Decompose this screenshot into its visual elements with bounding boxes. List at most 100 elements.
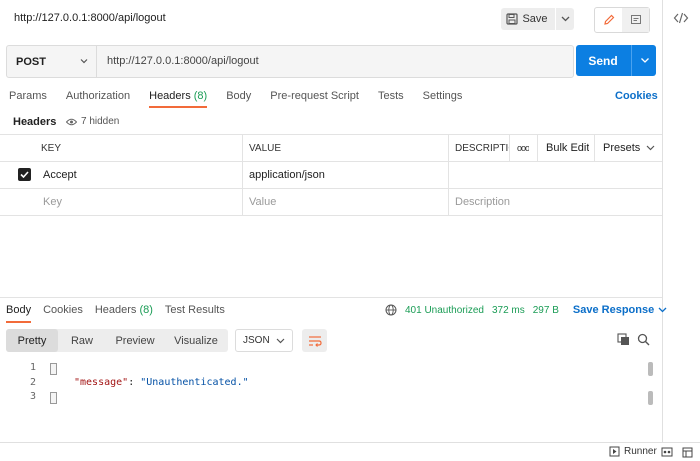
request-tabs: Params Authorization Headers (8) Body Pr… — [9, 90, 481, 108]
header-value-cell[interactable]: application/json — [249, 162, 325, 188]
eye-icon — [66, 118, 77, 125]
save-label: Save — [522, 13, 548, 25]
chevron-down-icon — [640, 58, 649, 63]
copy-icon[interactable] — [617, 333, 630, 346]
url-input[interactable]: http://127.0.0.1:8000/api/logout — [107, 55, 259, 67]
scrollbar-thumb[interactable] — [648, 362, 653, 376]
table-header-row: KEY VALUE DESCRIPTION ooo Bulk Edit Pres… — [0, 134, 662, 161]
format-label: JSON — [243, 335, 270, 346]
response-tab-body[interactable]: Body — [6, 304, 32, 323]
capture-icon[interactable] — [661, 447, 673, 457]
save-group: Save — [501, 8, 574, 30]
save-button[interactable]: Save — [501, 8, 553, 30]
runner-label: Runner — [624, 446, 657, 457]
code-text: "message": "Unauthenticated." — [74, 377, 249, 388]
header-key-cell[interactable]: Accept — [43, 162, 77, 188]
response-tab-headers[interactable]: Headers (8) — [95, 304, 153, 323]
json-value: "Unauthenticated." — [140, 376, 249, 388]
column-description: DESCRIPTION — [455, 142, 510, 154]
status-code[interactable]: 401 Unauthorized — [405, 305, 484, 316]
presets-label: Presets — [603, 142, 641, 154]
new-description-input[interactable]: Description — [455, 189, 510, 215]
table-row-new: Key Value Description — [0, 188, 662, 216]
column-value: VALUE — [249, 142, 282, 154]
new-key-input[interactable]: Key — [43, 189, 62, 215]
response-time[interactable]: 372 ms — [492, 305, 525, 316]
chevron-down-icon — [276, 338, 285, 343]
tab-tests[interactable]: Tests — [378, 90, 404, 108]
comment-icon — [630, 15, 641, 24]
line-number: 1 — [29, 362, 36, 373]
view-preview[interactable]: Preview — [106, 329, 164, 352]
json-separator: : — [128, 376, 141, 388]
status-bar: Runner — [0, 442, 700, 461]
request-title[interactable]: http://127.0.0.1:8000/api/logout — [14, 12, 166, 24]
view-raw[interactable]: Raw — [58, 329, 106, 352]
hidden-headers-toggle[interactable]: 7 hidden — [60, 113, 125, 130]
chevron-down-icon — [658, 307, 667, 313]
save-options-button[interactable] — [555, 8, 575, 30]
code-icon[interactable] — [673, 11, 689, 25]
format-select[interactable]: JSON — [235, 329, 293, 352]
edit-mode-button[interactable] — [595, 8, 622, 32]
table-row: Accept application/json — [0, 161, 662, 188]
right-sidebar — [662, 0, 700, 442]
code-line: 2 "message": "Unauthenticated." — [0, 377, 640, 392]
json-key: "message" — [74, 376, 129, 388]
method-label: POST — [16, 55, 46, 68]
chevron-down-icon — [561, 16, 570, 22]
pane-divider[interactable] — [0, 297, 662, 298]
response-tabs: Body Cookies Headers (8) Test Results — [6, 304, 237, 323]
column-key: KEY — [41, 142, 62, 154]
runner-button[interactable]: Runner — [609, 446, 657, 457]
chevron-down-icon — [80, 59, 88, 64]
line-number: 2 — [29, 376, 36, 388]
send-button-group: Send — [576, 45, 656, 76]
tab-body[interactable]: Body — [226, 90, 251, 108]
request-title-bar: http://127.0.0.1:8000/api/logout Save — [0, 0, 662, 38]
view-visualize[interactable]: Visualize — [164, 329, 228, 352]
documentation-mode-button[interactable] — [622, 8, 649, 32]
bulk-edit-button[interactable]: Bulk Edit — [546, 135, 589, 161]
tab-headers[interactable]: Headers (8) — [149, 90, 208, 108]
save-response-label: Save Response — [572, 304, 655, 316]
tab-params[interactable]: Params — [9, 90, 47, 108]
wrap-lines-button[interactable] — [302, 329, 327, 352]
headers-section-title: Headers — [13, 116, 57, 128]
tab-settings[interactable]: Settings — [423, 90, 463, 108]
tab-authorization[interactable]: Authorization — [66, 90, 130, 108]
pencil-icon — [603, 14, 614, 25]
cookies-link[interactable]: Cookies — [615, 90, 658, 102]
response-tab-headers-label: Headers — [94, 304, 137, 316]
scrollbar-thumb[interactable] — [648, 391, 653, 405]
response-tab-cookies[interactable]: Cookies — [43, 304, 83, 323]
globe-icon[interactable] — [385, 304, 397, 316]
response-size[interactable]: 297 B — [533, 305, 559, 316]
mode-toggle — [594, 7, 650, 33]
response-view-group: Pretty Raw Preview Visualize — [6, 329, 228, 352]
save-response-button[interactable]: Save Response — [573, 304, 667, 316]
code-text: { — [50, 362, 56, 373]
chevron-down-icon — [646, 145, 655, 151]
search-icon[interactable] — [637, 333, 650, 346]
url-bar: POST http://127.0.0.1:8000/api/logout — [6, 45, 574, 78]
new-value-input[interactable]: Value — [249, 189, 276, 215]
code-text: } — [50, 391, 56, 402]
checkmark-icon — [20, 171, 29, 178]
help-icon[interactable] — [682, 447, 693, 458]
more-options-button[interactable]: ooo — [517, 135, 529, 161]
send-options-button[interactable] — [631, 45, 657, 76]
code-line: 1 { — [0, 362, 640, 377]
response-body-viewer[interactable]: 1 { 2 "message": "Unauthenticated." 3 } — [0, 362, 640, 406]
tab-pre-request-script[interactable]: Pre-request Script — [270, 90, 359, 108]
response-status-area: 401 Unauthorized 372 ms 297 B Save Respo… — [385, 304, 667, 316]
response-tab-test-results[interactable]: Test Results — [165, 304, 225, 323]
view-pretty[interactable]: Pretty — [6, 329, 58, 352]
presets-dropdown[interactable]: Presets — [603, 135, 655, 161]
code-line: 3 } — [0, 391, 640, 406]
runner-icon — [609, 446, 620, 457]
wrap-icon — [308, 335, 322, 347]
line-number: 3 — [29, 391, 36, 402]
send-button[interactable]: Send — [576, 45, 630, 76]
header-enabled-checkbox[interactable] — [18, 168, 31, 181]
